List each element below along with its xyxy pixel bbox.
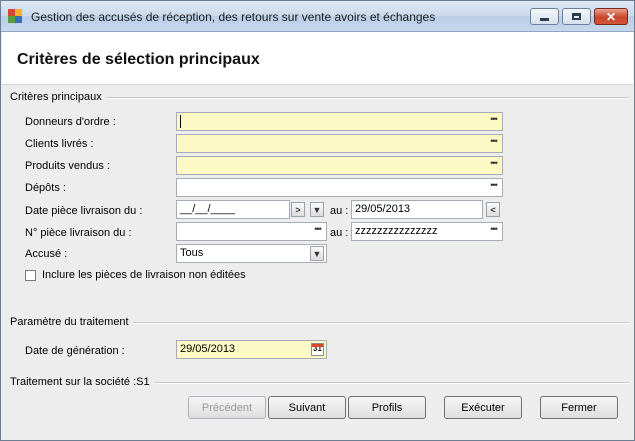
donneurs-label: Donneurs d'ordre : xyxy=(25,116,116,128)
include-unprinted-label: Inclure les pièces de livraison non édit… xyxy=(42,269,246,281)
execute-button[interactable]: Exécuter xyxy=(444,396,522,419)
date-from-dropdown-button[interactable]: ▼ xyxy=(310,202,324,217)
previous-button[interactable]: Précédent xyxy=(188,396,266,419)
num-to-label: au : xyxy=(330,227,349,239)
num-from-input[interactable]: ••• xyxy=(176,222,327,241)
date-from-arrow-button[interactable]: > xyxy=(291,202,305,217)
ellipsis-icon[interactable]: ••• xyxy=(487,115,500,128)
section-divider xyxy=(127,322,629,324)
section-divider xyxy=(154,382,629,384)
date-from-label: Date pièce livraison du : xyxy=(25,205,143,217)
ellipsis-icon[interactable]: ••• xyxy=(487,181,500,194)
ellipsis-icon[interactable]: ••• xyxy=(487,225,500,238)
close-icon: ✕ xyxy=(605,9,617,24)
minimize-icon xyxy=(540,18,549,21)
accuse-select[interactable]: Tous xyxy=(176,244,327,263)
title-bar[interactable]: Gestion des accusés de réception, des re… xyxy=(1,1,634,32)
donneurs-input[interactable]: ••• xyxy=(176,112,503,131)
gen-date-input[interactable]: 29/05/2013 31 xyxy=(176,340,327,359)
clients-input[interactable]: ••• xyxy=(176,134,503,153)
depots-input[interactable]: ••• xyxy=(176,178,503,197)
gen-date-label: Date de génération : xyxy=(25,345,125,357)
date-to-arrow-button[interactable]: < xyxy=(486,202,500,217)
date-to-label: au : xyxy=(330,205,349,217)
maximize-button[interactable] xyxy=(562,8,591,25)
ellipsis-icon[interactable]: ••• xyxy=(487,159,500,172)
produits-label: Produits vendus : xyxy=(25,160,110,172)
text-cursor xyxy=(180,115,181,128)
close-button[interactable]: Fermer xyxy=(540,396,618,419)
chevron-down-icon: ▼ xyxy=(312,204,322,215)
window-title: Gestion des accusés de réception, des re… xyxy=(31,10,436,24)
app-icon xyxy=(8,9,22,23)
clients-label: Clients livrés : xyxy=(25,138,94,150)
date-to-input[interactable]: 29/05/2013 xyxy=(351,200,483,219)
next-button[interactable]: Suivant xyxy=(268,396,346,419)
ellipsis-icon[interactable]: ••• xyxy=(487,137,500,150)
produits-input[interactable]: ••• xyxy=(176,156,503,175)
date-from-input[interactable]: __/__/____ xyxy=(176,200,290,219)
depots-label: Dépôts : xyxy=(25,182,66,194)
ellipsis-icon[interactable]: ••• xyxy=(311,225,324,238)
section-main-criteria: Critères principaux xyxy=(10,91,106,103)
chevron-down-icon: ▼ xyxy=(312,248,322,259)
accuse-label: Accusé : xyxy=(25,248,68,260)
section-processing-params: Paramètre du traitement xyxy=(10,316,133,328)
num-to-input[interactable]: zzzzzzzzzzzzzzz ••• xyxy=(351,222,503,241)
page-title: Critères de sélection principaux xyxy=(17,51,260,68)
arrow-right-icon: > xyxy=(295,204,301,215)
minimize-button[interactable] xyxy=(530,8,559,25)
num-from-label: N° pièce livraison du : xyxy=(25,227,132,239)
arrow-left-icon: < xyxy=(490,204,496,215)
close-window-button[interactable]: ✕ xyxy=(594,8,628,25)
calendar-icon[interactable]: 31 xyxy=(311,343,324,356)
accuse-dropdown-button[interactable]: ▼ xyxy=(310,246,324,261)
app-window: Gestion des accusés de réception, des re… xyxy=(0,0,635,441)
maximize-icon xyxy=(572,13,581,20)
section-divider xyxy=(101,97,629,99)
section-company-processing: Traitement sur la société :S1 xyxy=(10,376,154,388)
profiles-button[interactable]: Profils xyxy=(348,396,426,419)
include-unprinted-checkbox[interactable] xyxy=(25,270,36,281)
header-panel: Critères de sélection principaux xyxy=(2,32,633,85)
